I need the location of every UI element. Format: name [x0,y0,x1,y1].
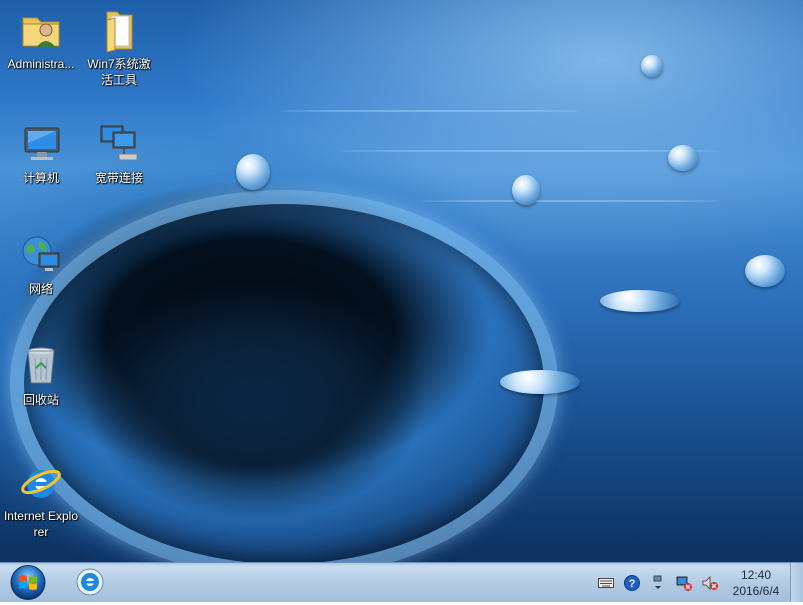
svg-text:?: ? [629,578,636,590]
desktop-icon-administrator[interactable]: Administra... [3,8,79,72]
desktop-icon-win7-activation[interactable]: Win7系统激活工具 [81,8,157,88]
recycle-bin-icon [19,344,63,388]
folder-icon [97,8,141,53]
desktop-icon-network[interactable]: 网络 [3,233,79,297]
keyboard-icon[interactable] [598,575,614,591]
clock-time: 12:40 [740,567,772,582]
desktop-icon-label: Internet Explorer [3,509,79,539]
desktop-icon-label: 宽带连接 [94,171,143,185]
desktop-icon-label: Administra... [7,57,75,71]
wallpaper-droplet [600,290,680,312]
wallpaper-splash [10,190,558,562]
computer-icon [19,122,63,166]
desktop-icon-label: 计算机 [22,171,59,185]
desktop-icon-label: 网络 [28,282,53,296]
wallpaper-wave [340,150,720,152]
show-desktop-button[interactable] [790,563,803,602]
desktop-icon-internet-explorer[interactable]: Internet Explorer [3,460,79,540]
help-icon[interactable]: ? [624,574,640,591]
user-folder-icon [19,8,63,52]
network-connection-icon [97,122,141,166]
wallpaper-droplet [500,370,580,394]
desktop-icon-broadband[interactable]: 宽带连接 [81,122,157,186]
show-hidden-icons-icon[interactable] [650,575,666,591]
clock-date: 2016/6/4 [732,583,780,598]
network-error-icon[interactable] [676,575,692,591]
wallpaper-droplet [641,55,663,77]
system-tray: ? 12:40 2016/6/4 [593,563,789,602]
wallpaper-wave [280,110,580,112]
desktop-icon-label: Win7系统激活工具 [87,57,151,87]
wallpaper-droplet [512,175,540,205]
wallpaper-droplet [745,255,785,287]
taskbar-ie-button[interactable] [68,565,112,599]
wallpaper-droplet [668,145,698,171]
start-button[interactable] [8,564,48,601]
network-globe-icon [19,233,63,277]
internet-explorer-icon [76,568,104,596]
volume-muted-icon[interactable] [702,575,718,591]
taskbar-clock[interactable]: 12:40 2016/6/4 [723,567,789,599]
windows-logo-icon [10,565,46,600]
desktop-wallpaper: Administra... Win7系统激活工具 计算机 宽带连接 网络 回收站… [0,0,803,562]
taskbar: ? 12:40 2016/6/4 [0,562,803,602]
desktop-icon-recycle-bin[interactable]: 回收站 [3,344,79,408]
desktop-icon-label: 回收站 [22,393,59,407]
desktop-icon-computer[interactable]: 计算机 [3,122,79,186]
internet-explorer-icon [19,460,63,504]
wallpaper-wave [420,200,720,202]
wallpaper-droplet [236,154,270,190]
